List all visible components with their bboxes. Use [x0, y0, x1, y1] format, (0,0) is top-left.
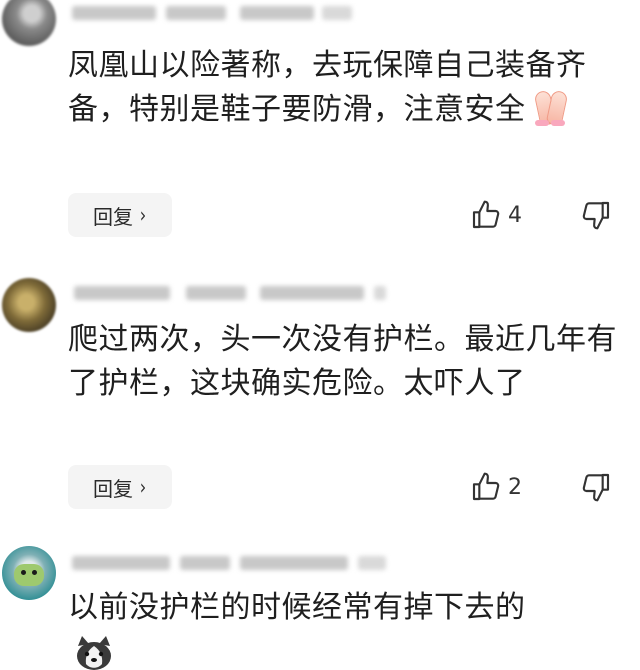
comment-text: 以前没护栏的时候经常有掉下去的	[68, 586, 624, 630]
reply-button-label: 回复	[93, 204, 133, 229]
chevron-right-icon: ›	[139, 475, 147, 499]
comment-meta-redacted	[68, 282, 388, 304]
avatar[interactable]	[2, 546, 56, 600]
comment-meta-redacted	[68, 2, 368, 24]
thumbs-up-outline-icon	[470, 199, 502, 231]
comment-text: 凤凰山以险著称，去玩保障自己装备齐备，特别是鞋子要防滑，注意安全	[68, 44, 624, 132]
dislike-button[interactable]	[576, 465, 616, 509]
thumbs-down-outline-icon	[580, 199, 612, 231]
like-button[interactable]: 4	[470, 193, 522, 237]
like-count: 2	[508, 474, 522, 500]
avatar[interactable]	[2, 278, 56, 332]
praying-hands-emoji	[530, 89, 570, 127]
comment-meta-redacted	[68, 552, 388, 574]
chevron-right-icon: ›	[139, 203, 147, 227]
comment-text-content: 爬过两次，头一次没有护栏。最近几年有了护栏，这块确实危险。太吓人了	[68, 322, 617, 401]
comment-text-content: 凤凰山以险著称，去玩保障自己装备齐备，特别是鞋子要防滑，注意安全	[68, 48, 587, 127]
thumbs-down-outline-icon	[580, 471, 612, 503]
comment-text: 爬过两次，头一次没有护栏。最近几年有了护栏，这块确实危险。太吓人了	[68, 318, 624, 406]
reply-button[interactable]: 回复 ›	[68, 193, 172, 237]
like-count: 4	[508, 202, 522, 228]
reply-button[interactable]: 回复 ›	[68, 465, 172, 509]
comment-text-content: 以前没护栏的时候经常有掉下去的	[68, 590, 526, 625]
thumbs-up-outline-icon	[470, 471, 502, 503]
dislike-button[interactable]	[576, 193, 616, 237]
like-button[interactable]: 2	[470, 465, 522, 509]
avatar[interactable]	[2, 0, 56, 46]
dog-face-emoji	[72, 636, 116, 670]
reply-button-label: 回复	[93, 476, 133, 501]
